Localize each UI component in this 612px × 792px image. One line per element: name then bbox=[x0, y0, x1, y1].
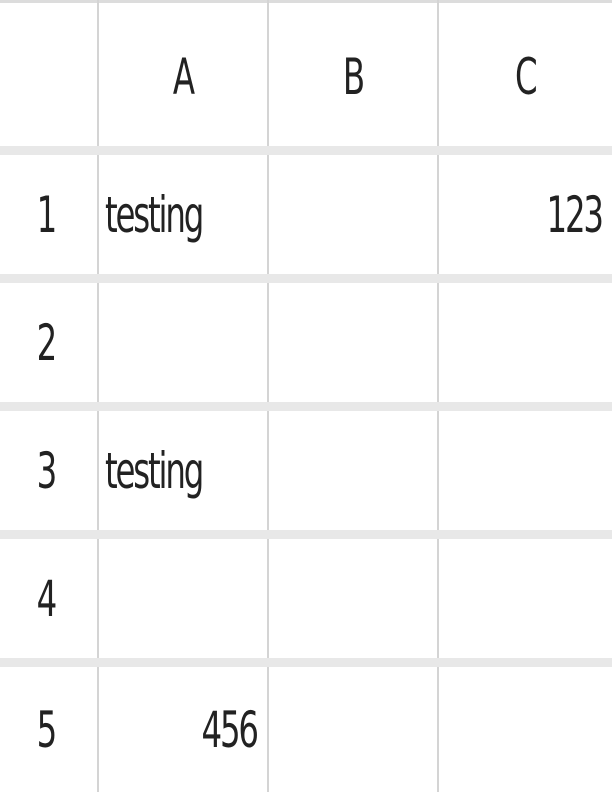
cell-a3[interactable]: testing bbox=[99, 411, 269, 530]
cell-a5[interactable]: 456 bbox=[99, 667, 269, 792]
cell-b2[interactable] bbox=[269, 283, 439, 402]
row-divider bbox=[0, 402, 612, 411]
row-header-label: 5 bbox=[36, 700, 57, 759]
spreadsheet-grid: A B C 1 testing 123 2 3 testing 4 5 456 bbox=[0, 0, 612, 792]
cell-b1[interactable] bbox=[269, 155, 439, 274]
corner-select-all[interactable] bbox=[0, 0, 99, 146]
column-header-c[interactable]: C bbox=[439, 0, 612, 146]
column-header-label: C bbox=[515, 48, 538, 106]
cell-b4[interactable] bbox=[269, 539, 439, 658]
row-header-1[interactable]: 1 bbox=[0, 155, 99, 274]
cell-c5[interactable] bbox=[439, 667, 612, 792]
column-header-label: A bbox=[172, 48, 195, 106]
cell-value: testing bbox=[105, 185, 204, 244]
row-header-3[interactable]: 3 bbox=[0, 411, 99, 530]
cell-b5[interactable] bbox=[269, 667, 439, 792]
column-header-b[interactable]: B bbox=[269, 0, 439, 146]
column-header-label: B bbox=[342, 48, 365, 106]
row-header-label: 3 bbox=[36, 441, 57, 500]
cell-a1[interactable]: testing bbox=[99, 155, 269, 274]
row-header-2[interactable]: 2 bbox=[0, 283, 99, 402]
column-header-a[interactable]: A bbox=[99, 0, 269, 146]
cell-c4[interactable] bbox=[439, 539, 612, 658]
row-header-label: 4 bbox=[36, 569, 57, 628]
row-divider bbox=[0, 146, 612, 155]
row-divider bbox=[0, 274, 612, 283]
cell-value: 456 bbox=[201, 700, 259, 759]
cell-c2[interactable] bbox=[439, 283, 612, 402]
cell-b3[interactable] bbox=[269, 411, 439, 530]
row-header-label: 2 bbox=[36, 313, 57, 372]
cell-a4[interactable] bbox=[99, 539, 269, 658]
row-divider bbox=[0, 530, 612, 539]
cell-a2[interactable] bbox=[99, 283, 269, 402]
cell-value: 123 bbox=[546, 185, 604, 244]
row-divider bbox=[0, 658, 612, 667]
cell-c3[interactable] bbox=[439, 411, 612, 530]
row-header-4[interactable]: 4 bbox=[0, 539, 99, 658]
row-header-label: 1 bbox=[36, 185, 57, 244]
cell-value: testing bbox=[105, 441, 204, 500]
row-header-5[interactable]: 5 bbox=[0, 667, 99, 792]
cell-c1[interactable]: 123 bbox=[439, 155, 612, 274]
